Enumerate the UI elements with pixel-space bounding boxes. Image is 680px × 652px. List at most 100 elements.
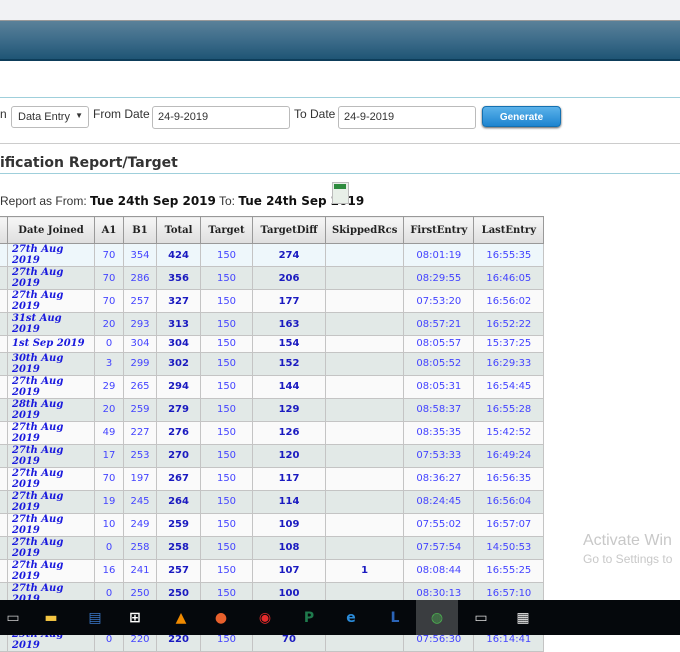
column-header[interactable]: LastEntry [473, 216, 545, 244]
cell-firstentry: 08:29:55 [403, 266, 475, 290]
cell-skippedrcs [324, 466, 405, 491]
cell-a1: 70 [94, 289, 124, 313]
partial-cell [0, 374, 8, 399]
table-row: 27th Aug 2019 70 257 327 150 177 07:53:20 16:56… [0, 289, 545, 313]
cell-firstentry: 07:53:20 [403, 289, 475, 313]
cell-date-joined[interactable]: 31st Aug 2019 [7, 312, 95, 336]
cell-firstentry: 08:36:27 [403, 466, 475, 491]
partial-cell [0, 535, 8, 560]
cell-date-joined[interactable]: 28th Aug 2019 [7, 397, 95, 422]
cell-b1: 304 [123, 335, 157, 353]
task-view-icon[interactable]: ▭ [0, 605, 26, 631]
column-header[interactable]: Target [200, 216, 253, 244]
chrome-icon[interactable]: ◍ [416, 600, 458, 635]
internet-explorer-icon[interactable]: e [338, 605, 364, 631]
cell-date-joined[interactable]: 27th Aug 2019 [7, 443, 95, 468]
cell-b1: 265 [123, 374, 157, 399]
from-date-label: From Date [93, 107, 150, 121]
table-row: 27th Aug 2019 49 227 276 150 126 08:35:35 15:42… [0, 420, 545, 445]
connect-icon[interactable]: ▭ [468, 605, 494, 631]
table-row: 28th Aug 2019 20 259 279 150 129 08:58:37 16:55… [0, 397, 545, 422]
cell-date-joined[interactable]: 1st Sep 2019 [7, 335, 95, 353]
publisher-icon[interactable]: P [296, 605, 322, 631]
cell-skippedrcs [324, 289, 405, 313]
excel-export-icon[interactable] [332, 182, 349, 204]
cell-date-joined[interactable]: 27th Aug 2019 [7, 489, 95, 514]
cell-b1: 293 [123, 312, 157, 336]
media-player-icon[interactable]: ◉ [252, 605, 278, 631]
cell-target: 150 [200, 466, 253, 491]
cell-a1: 16 [94, 558, 124, 583]
cell-date-joined[interactable]: 27th Aug 2019 [7, 289, 95, 313]
asof-label: Report as From: [0, 194, 91, 208]
cell-date-joined[interactable]: 27th Aug 2019 [7, 266, 95, 290]
cell-firstentry: 08:08:44 [403, 558, 475, 583]
dropdown-arrow-icon: ▼ [75, 111, 83, 120]
cell-target: 150 [200, 420, 253, 445]
column-header[interactable]: Date Joined [7, 216, 95, 244]
column-header[interactable]: SkippedRcs [324, 216, 405, 244]
cell-targetdiff: 206 [252, 266, 326, 290]
column-header[interactable]: B1 [123, 216, 157, 244]
cell-skippedrcs [324, 351, 405, 376]
table-row: 27th Aug 2019 19 245 264 150 114 08:24:45 16:56… [0, 489, 545, 514]
column-header[interactable]: Total [156, 216, 201, 244]
vlc-icon[interactable]: ▲ [168, 605, 194, 631]
partial-cell [0, 312, 8, 336]
cell-total: 264 [156, 489, 201, 514]
table-row: 27th Aug 2019 10 249 259 150 109 07:55:02 16:57… [0, 512, 545, 537]
cell-firstentry: 08:57:21 [403, 312, 475, 336]
watermark-line2: Go to Settings to [583, 552, 673, 566]
generate-button[interactable]: Generate [482, 106, 561, 127]
cell-a1: 19 [94, 489, 124, 514]
file-explorer-icon[interactable]: ▬ [38, 605, 64, 631]
cell-total: 424 [156, 243, 201, 267]
to-date-input[interactable]: 24-9-2019 [338, 106, 476, 129]
column-header[interactable]: FirstEntry [403, 216, 475, 244]
calculator-icon[interactable]: ▦ [510, 605, 536, 631]
cell-b1: 299 [123, 351, 157, 376]
store-icon[interactable]: ⊞ [122, 605, 148, 631]
cell-firstentry: 08:05:57 [403, 335, 475, 353]
cell-date-joined[interactable]: 27th Aug 2019 [7, 512, 95, 537]
cell-skippedrcs [324, 335, 405, 353]
firefox-icon[interactable]: ● [208, 605, 234, 631]
cell-lastentry: 16:49:24 [473, 443, 545, 468]
cell-skippedrcs: 1 [324, 558, 405, 583]
cell-targetdiff: 129 [252, 397, 326, 422]
partial-cell [0, 420, 8, 445]
cell-target: 150 [200, 535, 253, 560]
news-app-icon[interactable]: ▤ [82, 605, 108, 631]
from-date-input[interactable]: 24-9-2019 [152, 106, 290, 129]
cell-target: 150 [200, 558, 253, 583]
to-date-label: To Date [294, 107, 336, 121]
column-header[interactable]: A1 [94, 216, 124, 244]
partial-cell [0, 289, 8, 313]
cell-skippedrcs [324, 374, 405, 399]
cell-date-joined[interactable]: 27th Aug 2019 [7, 466, 95, 491]
cell-a1: 70 [94, 466, 124, 491]
cell-date-joined[interactable]: 27th Aug 2019 [7, 535, 95, 560]
cell-a1: 0 [94, 335, 124, 353]
cell-lastentry: 16:46:05 [473, 266, 545, 290]
lync-icon[interactable]: L [382, 605, 408, 631]
cell-targetdiff: 154 [252, 335, 326, 353]
cell-date-joined[interactable]: 27th Aug 2019 [7, 558, 95, 583]
cell-date-joined[interactable]: 27th Aug 2019 [7, 243, 95, 267]
cell-a1: 20 [94, 312, 124, 336]
partial-cell [0, 558, 8, 583]
cell-targetdiff: 107 [252, 558, 326, 583]
cell-lastentry: 16:29:33 [473, 351, 545, 376]
cell-date-joined[interactable]: 30th Aug 2019 [7, 351, 95, 376]
cell-lastentry: 16:55:35 [473, 243, 545, 267]
cell-lastentry: 16:54:45 [473, 374, 545, 399]
taskbar: ▭ ▬ ▤ ⊞ ▲ ● ◉ Pe L ◍ ▭ ▦ [0, 600, 680, 635]
partial-cell [0, 243, 8, 267]
cell-firstentry: 07:53:33 [403, 443, 475, 468]
cell-total: 304 [156, 335, 201, 353]
cell-date-joined[interactable]: 27th Aug 2019 [7, 374, 95, 399]
cell-target: 150 [200, 489, 253, 514]
cell-date-joined[interactable]: 27th Aug 2019 [7, 420, 95, 445]
column-header[interactable]: TargetDiff [252, 216, 326, 244]
type-select[interactable]: Data Entry ▼ [11, 106, 89, 128]
